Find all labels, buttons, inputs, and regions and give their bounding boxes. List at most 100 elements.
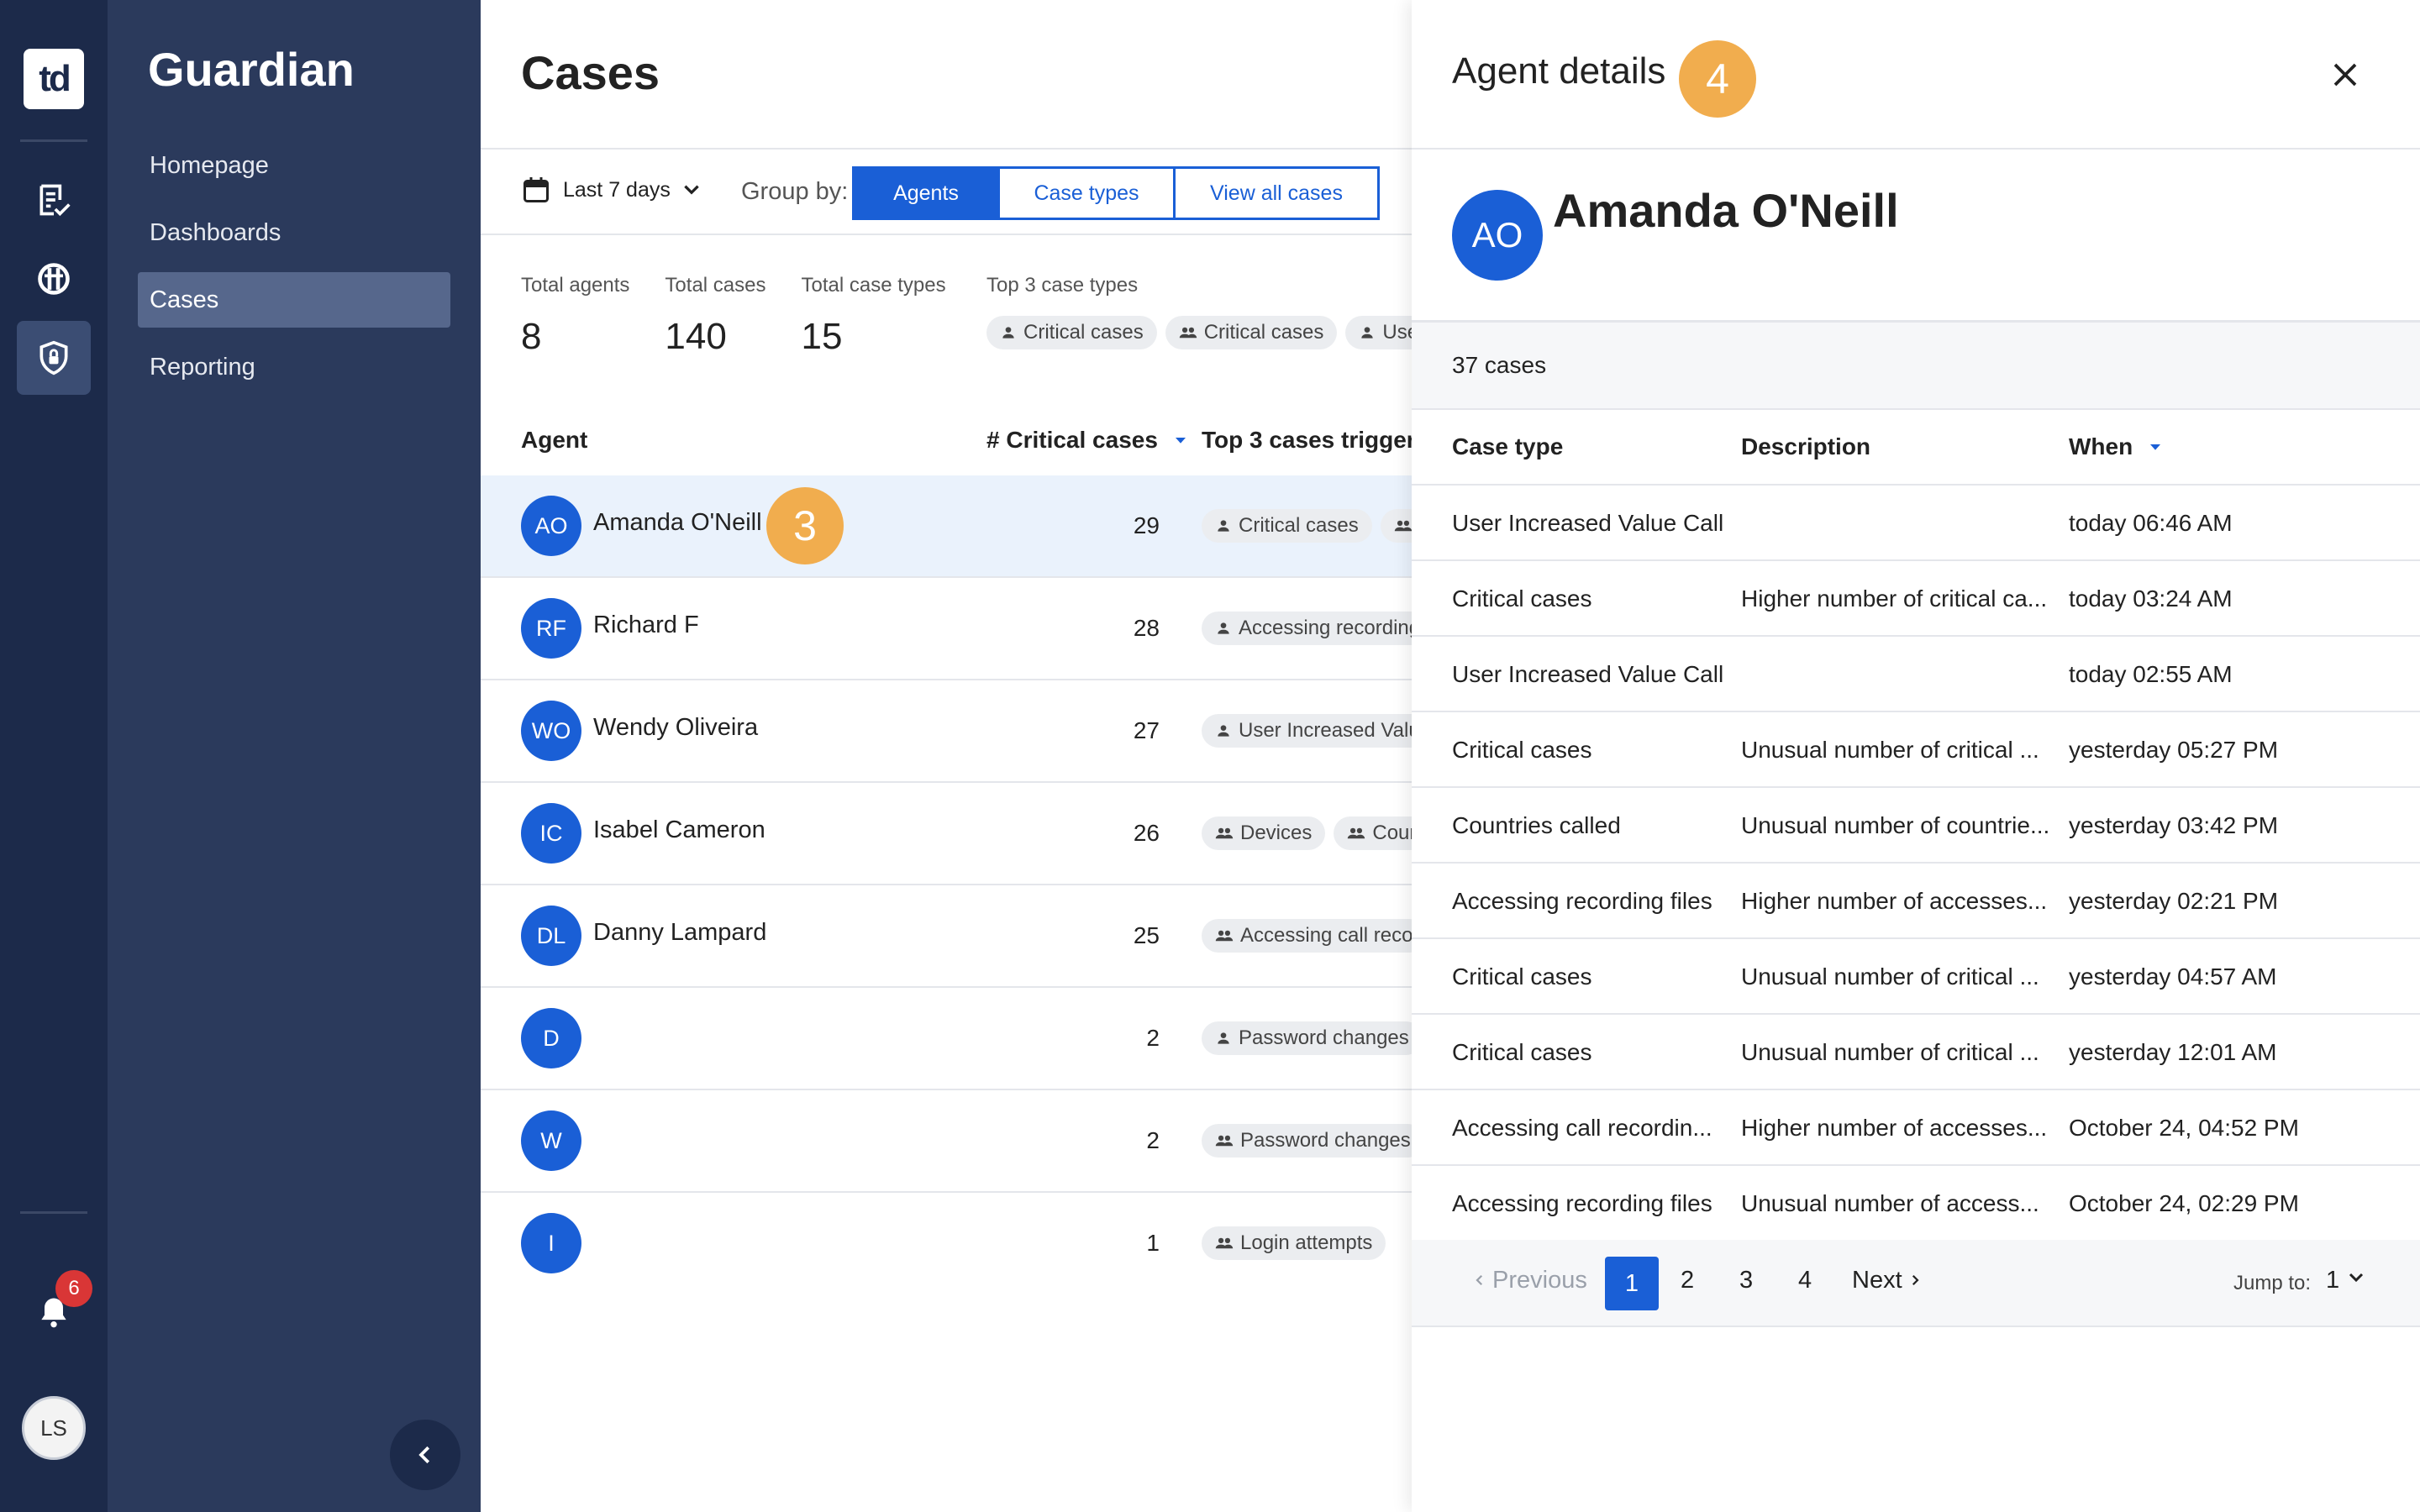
- rail-divider: [20, 139, 87, 142]
- chip-label: Use: [1382, 321, 1412, 344]
- table-row[interactable]: RF Richard F 28 Accessing recording: [481, 578, 1412, 680]
- chevron-left-icon: [418, 1446, 430, 1464]
- pagination: Previous 1 2 3 4 Next Jump to: 1: [1412, 1240, 2420, 1327]
- nav-item-reporting[interactable]: Reporting: [138, 339, 450, 395]
- table-row[interactable]: Accessing call recordin... Higher number …: [1412, 1090, 2420, 1166]
- critical-count: 28: [1133, 615, 1160, 641]
- chip-label: Password changes: [1239, 1026, 1409, 1049]
- stat-label: Total agents: [521, 274, 630, 297]
- date-range-dropdown[interactable]: Last 7 days: [521, 175, 714, 205]
- rail-guardian-button[interactable]: [17, 321, 91, 395]
- stat-total-agents: Total agents 8: [521, 274, 629, 358]
- chip-label: Accessing call reco: [1240, 924, 1412, 947]
- table-row[interactable]: Countries called Unusual number of countr…: [1412, 788, 2420, 864]
- table-row[interactable]: Critical cases Unusual number of critical…: [1412, 1015, 2420, 1090]
- page-1-button[interactable]: 1: [1605, 1257, 1659, 1310]
- case-type-chip: User Increased Value: [1202, 714, 1412, 748]
- table-row[interactable]: DL Danny Lampard 25 Accessing call reco: [481, 885, 1412, 988]
- chip-label: Accessing recording: [1239, 617, 1412, 639]
- case-type-chip: Critical cases: [1202, 509, 1372, 543]
- table-row[interactable]: Critical cases Unusual number of critical…: [1412, 712, 2420, 788]
- next-page-button[interactable]: Next: [1852, 1267, 1923, 1294]
- table-row[interactable]: IC Isabel Cameron 26 Devices Coun: [481, 783, 1412, 885]
- critical-count: 2: [1146, 1127, 1160, 1153]
- avatar: WO: [521, 701, 581, 761]
- table-row[interactable]: Accessing recording files Unusual number …: [1412, 1166, 2420, 1242]
- cell-case-type: User Increased Value Call: [1452, 661, 1724, 687]
- cell-when: yesterday 04:57 AM: [2069, 963, 2277, 990]
- stat-total-cases: Total cases 140: [665, 274, 765, 358]
- nav-item-dashboards[interactable]: Dashboards: [138, 205, 450, 260]
- cell-case-type: Critical cases: [1452, 1039, 1592, 1065]
- row-chips: Login attempts: [1202, 1226, 1386, 1260]
- chip-label: Login attempts: [1240, 1231, 1373, 1254]
- shield-lock-icon: [39, 340, 68, 375]
- table-row[interactable]: User Increased Value Call today 02:55 AM: [1412, 637, 2420, 712]
- group-by-case-types-button[interactable]: Case types: [997, 166, 1176, 220]
- cell-when: October 24, 02:29 PM: [2069, 1190, 2299, 1216]
- user-avatar[interactable]: LS: [22, 1396, 86, 1460]
- table-row[interactable]: D 2 Password changes: [481, 988, 1412, 1090]
- step-badge: 4: [1679, 40, 1756, 118]
- previous-page-button[interactable]: Previous: [1472, 1267, 1587, 1294]
- chip-label: Password changes: [1240, 1129, 1411, 1152]
- checklist-icon: [39, 184, 71, 217]
- step-badge: 3: [766, 487, 844, 564]
- column-header-case-type[interactable]: Case type: [1452, 433, 1563, 460]
- people-icon: [1215, 930, 1234, 942]
- person-icon: [1361, 327, 1374, 339]
- agent-name: Isabel Cameron: [593, 816, 765, 843]
- page-3-button[interactable]: 3: [1739, 1267, 1753, 1294]
- critical-count: 29: [1133, 512, 1160, 538]
- column-header-label: # Critical cases: [986, 427, 1158, 453]
- case-type-chip: [1380, 509, 1412, 543]
- column-header-agent[interactable]: Agent: [521, 427, 587, 454]
- case-type-chip[interactable]: Use: [1345, 316, 1412, 349]
- cell-description: Unusual number of countrie...: [1741, 812, 2050, 838]
- table-row[interactable]: Accessing recording files Higher number o…: [1412, 864, 2420, 939]
- jump-to-select[interactable]: 1: [2326, 1267, 2366, 1294]
- page-2-button[interactable]: 2: [1681, 1267, 1694, 1294]
- table-row[interactable]: AO Amanda O'Neill 3 29 Critical cases: [481, 475, 1412, 578]
- case-type-chip: Coun: [1334, 816, 1412, 850]
- table-row[interactable]: Critical cases Unusual number of critical…: [1412, 939, 2420, 1015]
- rail-support-button[interactable]: [17, 242, 91, 316]
- rail-reports-button[interactable]: [17, 163, 91, 237]
- lifebuoy-icon: [38, 263, 70, 295]
- column-header-critical-cases[interactable]: # Critical cases: [986, 427, 1188, 454]
- view-all-cases-button[interactable]: View all cases: [1173, 166, 1380, 220]
- case-type-chip: Password changes: [1202, 1021, 1412, 1055]
- table-row[interactable]: WO Wendy Oliveira 27 User Increased Valu…: [481, 680, 1412, 783]
- case-type-chip[interactable]: Critical cases: [1165, 316, 1338, 349]
- person-icon: [1218, 520, 1229, 532]
- table-row[interactable]: User Increased Value Call today 06:46 AM: [1412, 486, 2420, 561]
- notification-count-badge: 6: [55, 1270, 92, 1307]
- close-drawer-button[interactable]: [2324, 54, 2366, 96]
- column-header-description[interactable]: Description: [1741, 433, 1870, 460]
- case-type-chip[interactable]: Critical cases: [986, 316, 1157, 349]
- app-logo[interactable]: td: [24, 49, 84, 109]
- group-by-agents-button[interactable]: Agents: [852, 166, 1000, 220]
- column-header-when[interactable]: When: [2069, 433, 2163, 460]
- cell-description: Higher number of accesses...: [1741, 888, 2048, 914]
- avatar: I: [521, 1213, 581, 1273]
- table-row[interactable]: Critical cases Higher number of critical …: [1412, 561, 2420, 637]
- cell-when: yesterday 02:21 PM: [2069, 888, 2279, 914]
- date-range-label: Last 7 days: [563, 177, 671, 202]
- page-4-button[interactable]: 4: [1798, 1267, 1812, 1294]
- person-icon: [1218, 725, 1229, 737]
- collapse-sidebar-button[interactable]: [390, 1420, 460, 1490]
- stat-value: 8: [521, 316, 542, 357]
- cell-case-type: Accessing recording files: [1452, 1190, 1712, 1216]
- nav-item-homepage[interactable]: Homepage: [138, 138, 450, 193]
- filter-toolbar: Last 7 days Group by: Agents Case types …: [481, 148, 1412, 235]
- cell-case-type: Critical cases: [1452, 585, 1592, 612]
- chip-label: Devices: [1240, 822, 1313, 844]
- cell-when: today 03:24 AM: [2069, 585, 2233, 612]
- table-row[interactable]: W 2 Password changes: [481, 1090, 1412, 1193]
- cell-description: Higher number of critical ca...: [1741, 585, 2048, 612]
- nav-item-cases[interactable]: Cases: [138, 272, 450, 328]
- cases-table-body: User Increased Value Call today 06:46 AM …: [1412, 486, 2420, 1242]
- table-row[interactable]: I 1 Login attempts: [481, 1193, 1412, 1295]
- drawer-title: Agent details: [1452, 50, 1666, 92]
